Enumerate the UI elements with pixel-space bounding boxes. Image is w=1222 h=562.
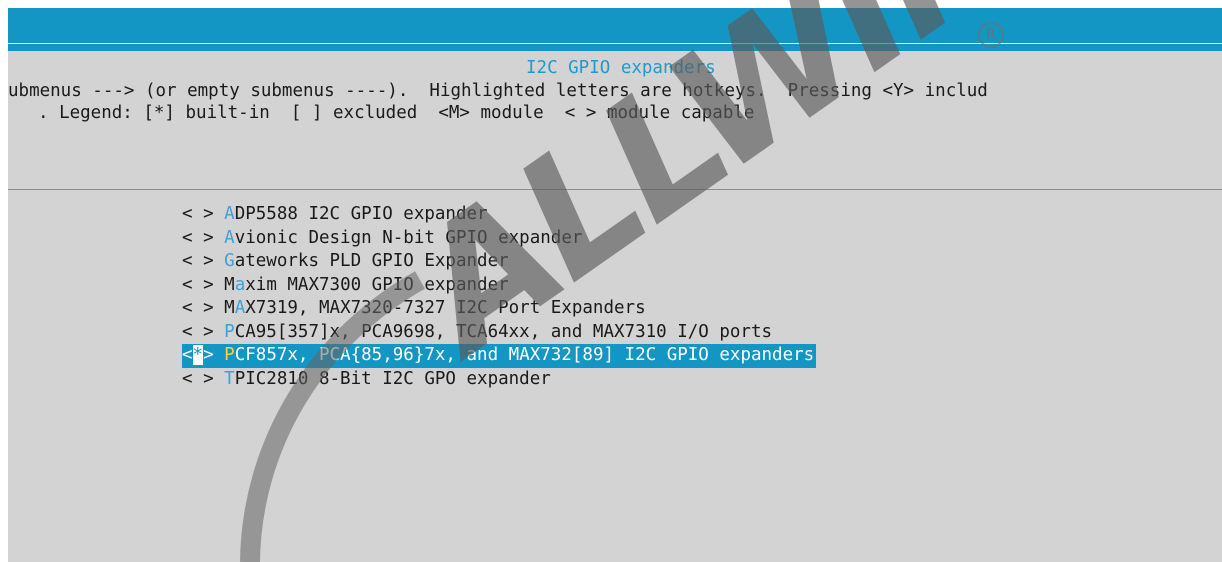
item-hotkey: A [224,227,235,248]
item-hotkey: T [224,368,235,389]
help-text-legend: . Legend: [*] built-in [ ] excluded <M> … [38,103,755,123]
menu-title: I2C GPIO expanders [526,58,716,78]
terminal-title-bar [8,8,1222,51]
item-label-prefix: M [224,274,235,295]
item-hotkey: G [224,251,235,271]
menu-separator [8,189,1222,190]
item-label: vionic Design N-bit GPIO expander [234,227,583,248]
menuconfig-panel: I2C GPIO expanders ubmenus ---> (or empt… [8,51,1222,562]
item-state: < > [182,368,225,389]
item-state-close: > [203,345,225,365]
item-state: < > [182,251,225,271]
item-label: CA95[357]x, PCA9698, TCA64xx, and MAX731… [234,321,773,342]
menu-item-tpic2810[interactable]: < > TPIC2810 8-Bit I2C GPO expander [182,368,816,392]
item-state-mark: * [192,345,204,365]
help-text-line-1: ubmenus ---> (or empty submenus ----). H… [8,81,988,101]
menu-item-avionic[interactable]: < > Avionic Design N-bit GPIO expander [182,227,816,251]
item-hotkey: A [234,298,246,318]
menu-item-gateworks[interactable]: < > Gateworks PLD GPIO Expander [182,250,816,274]
item-state: < > [182,274,225,295]
menu-item-pca95[interactable]: < > PCA95[357]x, PCA9698, TCA64xx, and M… [182,321,816,345]
item-hotkey: a [234,274,246,295]
item-state: < > [182,298,225,318]
title-bar-divider [8,43,1222,44]
item-label-prefix: M [224,298,235,318]
item-hotkey: P [224,321,235,342]
item-state: < > [182,227,225,248]
item-state-open: < [182,345,193,365]
item-label: CF857x, PCA{85,96}7x, and MAX732[89] I2C… [234,345,815,365]
menu-item-max7319[interactable]: < > MAX7319, MAX7320-7327 I2C Port Expan… [182,297,816,321]
item-state: < > [182,321,225,342]
item-hotkey: A [224,204,235,224]
item-label: PIC2810 8-Bit I2C GPO expander [234,368,551,389]
menu-list: < > ADP5588 I2C GPIO expander < > Avioni… [182,203,817,392]
menu-item-adp5588[interactable]: < > ADP5588 I2C GPIO expander [182,203,816,227]
item-state: < > [182,204,225,224]
item-label: X7319, MAX7320-7327 I2C Port Expanders [245,298,646,318]
item-label: ateworks PLD GPIO Expander [234,251,509,271]
menu-item-pcf857x-selected[interactable]: <*> PCF857x, PCA{85,96}7x, and MAX732[89… [182,344,817,368]
item-label: xim MAX7300 GPIO expander [245,274,509,295]
item-hotkey: P [224,345,235,365]
menu-item-max7300[interactable]: < > Maxim MAX7300 GPIO expander [182,274,816,298]
item-label: DP5588 I2C GPIO expander [234,204,488,224]
